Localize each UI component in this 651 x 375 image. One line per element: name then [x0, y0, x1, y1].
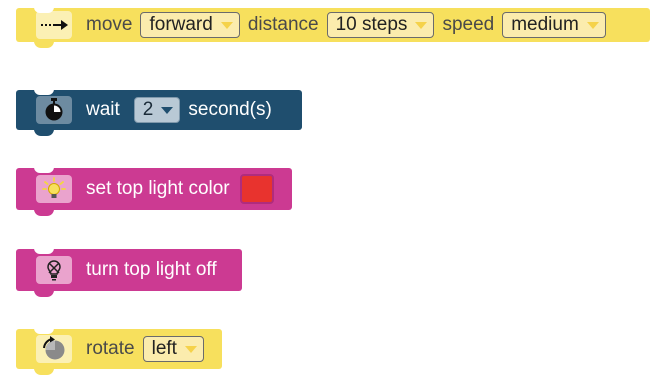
direction-dropdown[interactable]: forward [140, 12, 240, 38]
set-light-color-block[interactable]: set top light color [16, 167, 292, 216]
arrow-right-icon [36, 11, 72, 39]
direction-value: forward [149, 14, 213, 35]
chevron-down-icon [161, 106, 174, 114]
chevron-down-icon [184, 345, 197, 353]
distance-dropdown[interactable]: 10 steps [326, 12, 435, 38]
rotate-direction-dropdown[interactable]: left [142, 336, 204, 362]
rotate-direction-value: left [151, 338, 177, 359]
stopwatch-icon [36, 96, 72, 124]
light-off-label: turn top light off [86, 259, 217, 280]
speed-value: medium [511, 14, 579, 35]
light-color-swatch[interactable] [239, 174, 274, 204]
rotate-block[interactable]: rotate left [16, 328, 222, 375]
set-light-label: set top light color [86, 178, 230, 199]
chevron-down-icon [586, 21, 599, 29]
wait-block[interactable]: wait 2 second(s) [16, 89, 302, 136]
speed-label: speed [442, 14, 495, 35]
move-label: move [86, 14, 133, 35]
seconds-value: 2 [142, 99, 154, 120]
seconds-dropdown[interactable]: 2 [133, 97, 181, 123]
distance-label: distance [247, 14, 319, 35]
distance-value: 10 steps [335, 14, 408, 35]
chevron-down-icon [220, 21, 233, 29]
rotate-label: rotate [86, 338, 135, 359]
lightbulb-on-icon [36, 175, 72, 203]
move-block[interactable]: move forward distance 10 steps speed med… [16, 7, 650, 48]
speed-dropdown[interactable]: medium [502, 12, 606, 38]
seconds-unit-label: second(s) [188, 99, 272, 120]
wait-label: wait [86, 99, 120, 120]
chevron-down-icon [415, 21, 428, 29]
light-off-block[interactable]: turn top light off [16, 248, 242, 297]
lightbulb-off-icon [36, 256, 72, 284]
rotate-icon [36, 335, 72, 363]
